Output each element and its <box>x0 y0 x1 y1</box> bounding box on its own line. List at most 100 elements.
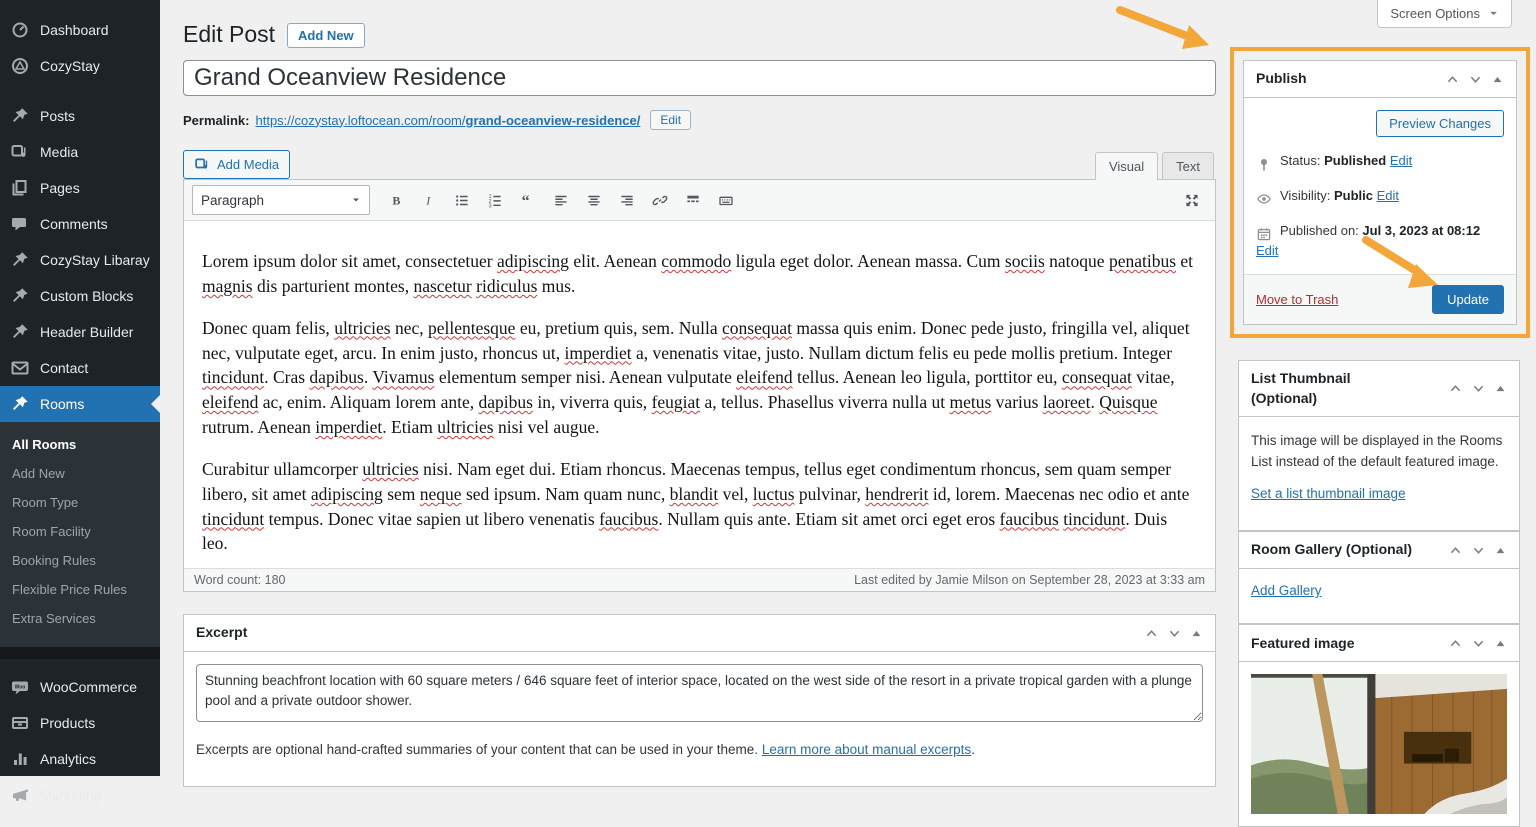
tab-text[interactable]: Text <box>1162 152 1214 180</box>
chevron-down-icon <box>1468 72 1483 87</box>
move-up-button[interactable] <box>1448 543 1463 558</box>
mail-icon <box>10 358 30 378</box>
align-right-button[interactable] <box>612 187 642 213</box>
manual-excerpts-link[interactable]: Learn more about manual excerpts <box>762 742 971 757</box>
publish-row-edit-link[interactable]: Edit <box>1377 188 1399 203</box>
visual-editor: Paragraph B I 1 2 3 “ Lorem ipsum dolor sit a… <box>183 179 1216 592</box>
bullet-list-button[interactable] <box>447 187 477 213</box>
toggle-panel-button[interactable] <box>1494 544 1507 557</box>
editor-paragraph: Donec quam felis, ultricies nec, pellent… <box>202 317 1190 438</box>
svg-text:“: “ <box>522 193 530 210</box>
submenu-item-add-new[interactable]: Add New <box>0 459 160 488</box>
read-more-button[interactable] <box>678 187 708 213</box>
align-center-icon <box>586 191 602 210</box>
toggle-up-icon <box>1494 544 1507 557</box>
move-down-button[interactable] <box>1468 72 1483 87</box>
sidebar-item-comments[interactable]: Comments <box>0 206 160 242</box>
sidebar-item-woocommerce[interactable]: Woo WooCommerce <box>0 669 160 705</box>
sidebar-item-posts[interactable]: Posts <box>0 98 160 134</box>
submenu-item-flexible-price-rules[interactable]: Flexible Price Rules <box>0 575 160 604</box>
keyboard-button[interactable] <box>711 187 741 213</box>
sidebar-item-pages[interactable]: Pages <box>0 170 160 206</box>
post-title-input[interactable] <box>183 60 1216 96</box>
publish-highlight-box: Publish Preview Changes Status: Publishe… <box>1230 47 1530 339</box>
toggle-panel-button[interactable] <box>1494 382 1507 395</box>
editor-mode-tabs: Visual Text <box>1094 151 1214 180</box>
featured-image-title: Featured image <box>1251 634 1355 651</box>
add-media-button[interactable]: Add Media <box>183 150 291 179</box>
publish-row-edit-link[interactable]: Edit <box>1390 153 1412 168</box>
submenu-item-booking-rules[interactable]: Booking Rules <box>0 546 160 575</box>
align-left-button[interactable] <box>546 187 576 213</box>
publish-rows: Status: Published Edit Visibility: Public… <box>1256 151 1504 262</box>
align-center-button[interactable] <box>579 187 609 213</box>
blockquote-button[interactable]: “ <box>513 187 543 213</box>
sidebar-item-custom-blocks[interactable]: Custom Blocks <box>0 278 160 314</box>
sidebar-item-label: Analytics <box>40 751 97 767</box>
bold-icon: B <box>388 191 404 210</box>
add-gallery-link[interactable]: Add Gallery <box>1251 583 1322 598</box>
sidebar-item-products[interactable]: Products <box>0 705 160 741</box>
editor-statusbar: Word count: 180 Last edited by Jamie Mil… <box>184 568 1215 591</box>
toggle-panel-button[interactable] <box>1494 637 1507 650</box>
editor-paragraph: Curabitur ullamcorper ultricies nisi. Na… <box>202 458 1190 554</box>
sidebar-item-label: Custom Blocks <box>40 288 134 304</box>
menu-separator <box>0 84 160 98</box>
sidebar-menu: Dashboard CozyStay Posts Media Pages Comments… <box>0 0 160 813</box>
sidebar-item-media[interactable]: Media <box>0 134 160 170</box>
featured-image-photo[interactable] <box>1251 674 1507 815</box>
move-up-button[interactable] <box>1144 626 1159 641</box>
preview-changes-button[interactable]: Preview Changes <box>1376 110 1504 137</box>
move-down-button[interactable] <box>1167 626 1182 641</box>
sidebar-item-header-builder[interactable]: Header Builder <box>0 314 160 350</box>
excerpt-textarea[interactable]: Stunning beachfront location with 60 squ… <box>196 664 1203 722</box>
sidebar-item-contact[interactable]: Contact <box>0 350 160 386</box>
permalink-edit-button[interactable]: Edit <box>650 110 692 130</box>
publish-row-edit-link[interactable]: Edit <box>1256 243 1278 258</box>
fullscreen-button[interactable] <box>1177 187 1207 213</box>
toggle-panel-button[interactable] <box>1491 73 1504 86</box>
toggle-up-icon <box>1494 382 1507 395</box>
move-down-button[interactable] <box>1471 636 1486 651</box>
link-button[interactable] <box>645 187 675 213</box>
move-up-button[interactable] <box>1448 381 1463 396</box>
move-down-button[interactable] <box>1471 381 1486 396</box>
chevron-up-icon <box>1448 543 1463 558</box>
sidebar-item-label: Comments <box>40 216 108 232</box>
italic-button[interactable]: I <box>414 187 444 213</box>
permalink-link[interactable]: https://cozystay.loftocean.com/room/gran… <box>255 113 640 128</box>
tab-visual[interactable]: Visual <box>1094 152 1159 180</box>
toggle-panel-button[interactable] <box>1190 627 1203 640</box>
sidebar-item-cozystay[interactable]: CozyStay <box>0 48 160 84</box>
pin-icon <box>10 394 30 414</box>
toggle-up-icon <box>1190 627 1203 640</box>
sidebar-item-label: CozyStay <box>40 58 100 74</box>
excerpt-panel-title: Excerpt <box>196 624 248 641</box>
editor-content[interactable]: Lorem ipsum dolor sit amet, consectetuer… <box>184 221 1215 568</box>
sidebar-item-rooms[interactable]: Rooms <box>0 386 160 422</box>
paragraph-format-select[interactable]: Paragraph <box>192 185 370 215</box>
sidebar-item-dashboard[interactable]: Dashboard <box>0 12 160 48</box>
screen-options-button[interactable]: Screen Options <box>1377 0 1512 28</box>
update-button[interactable]: Update <box>1432 285 1504 315</box>
submenu-item-room-facility[interactable]: Room Facility <box>0 517 160 546</box>
editor-toolbar: Paragraph B I 1 2 3 “ <box>184 180 1215 221</box>
move-up-button[interactable] <box>1445 72 1460 87</box>
submenu-item-all-rooms[interactable]: All Rooms <box>0 430 160 459</box>
move-to-trash-link[interactable]: Move to Trash <box>1256 292 1338 307</box>
move-down-button[interactable] <box>1471 543 1486 558</box>
sidebar-item-analytics[interactable]: Analytics <box>0 741 160 777</box>
sidebar-item-cozystay-libaray[interactable]: CozyStay Libaray <box>0 242 160 278</box>
bold-button[interactable]: B <box>381 187 411 213</box>
blockquote-icon: “ <box>520 191 536 210</box>
sidebar-item-label: Products <box>40 715 96 731</box>
add-new-button[interactable]: Add New <box>287 22 365 48</box>
sidebar-item-marketing[interactable]: Marketing <box>0 777 160 813</box>
publish-row-label: Published on: <box>1280 222 1359 238</box>
numbered-list-button[interactable]: 123 <box>480 187 510 213</box>
submenu-item-extra-services[interactable]: Extra Services <box>0 604 160 633</box>
submenu-item-room-type[interactable]: Room Type <box>0 488 160 517</box>
move-up-button[interactable] <box>1448 636 1463 651</box>
sidebar-item-label: WooCommerce <box>40 679 137 695</box>
set-list-thumbnail-link[interactable]: Set a list thumbnail image <box>1251 486 1406 501</box>
